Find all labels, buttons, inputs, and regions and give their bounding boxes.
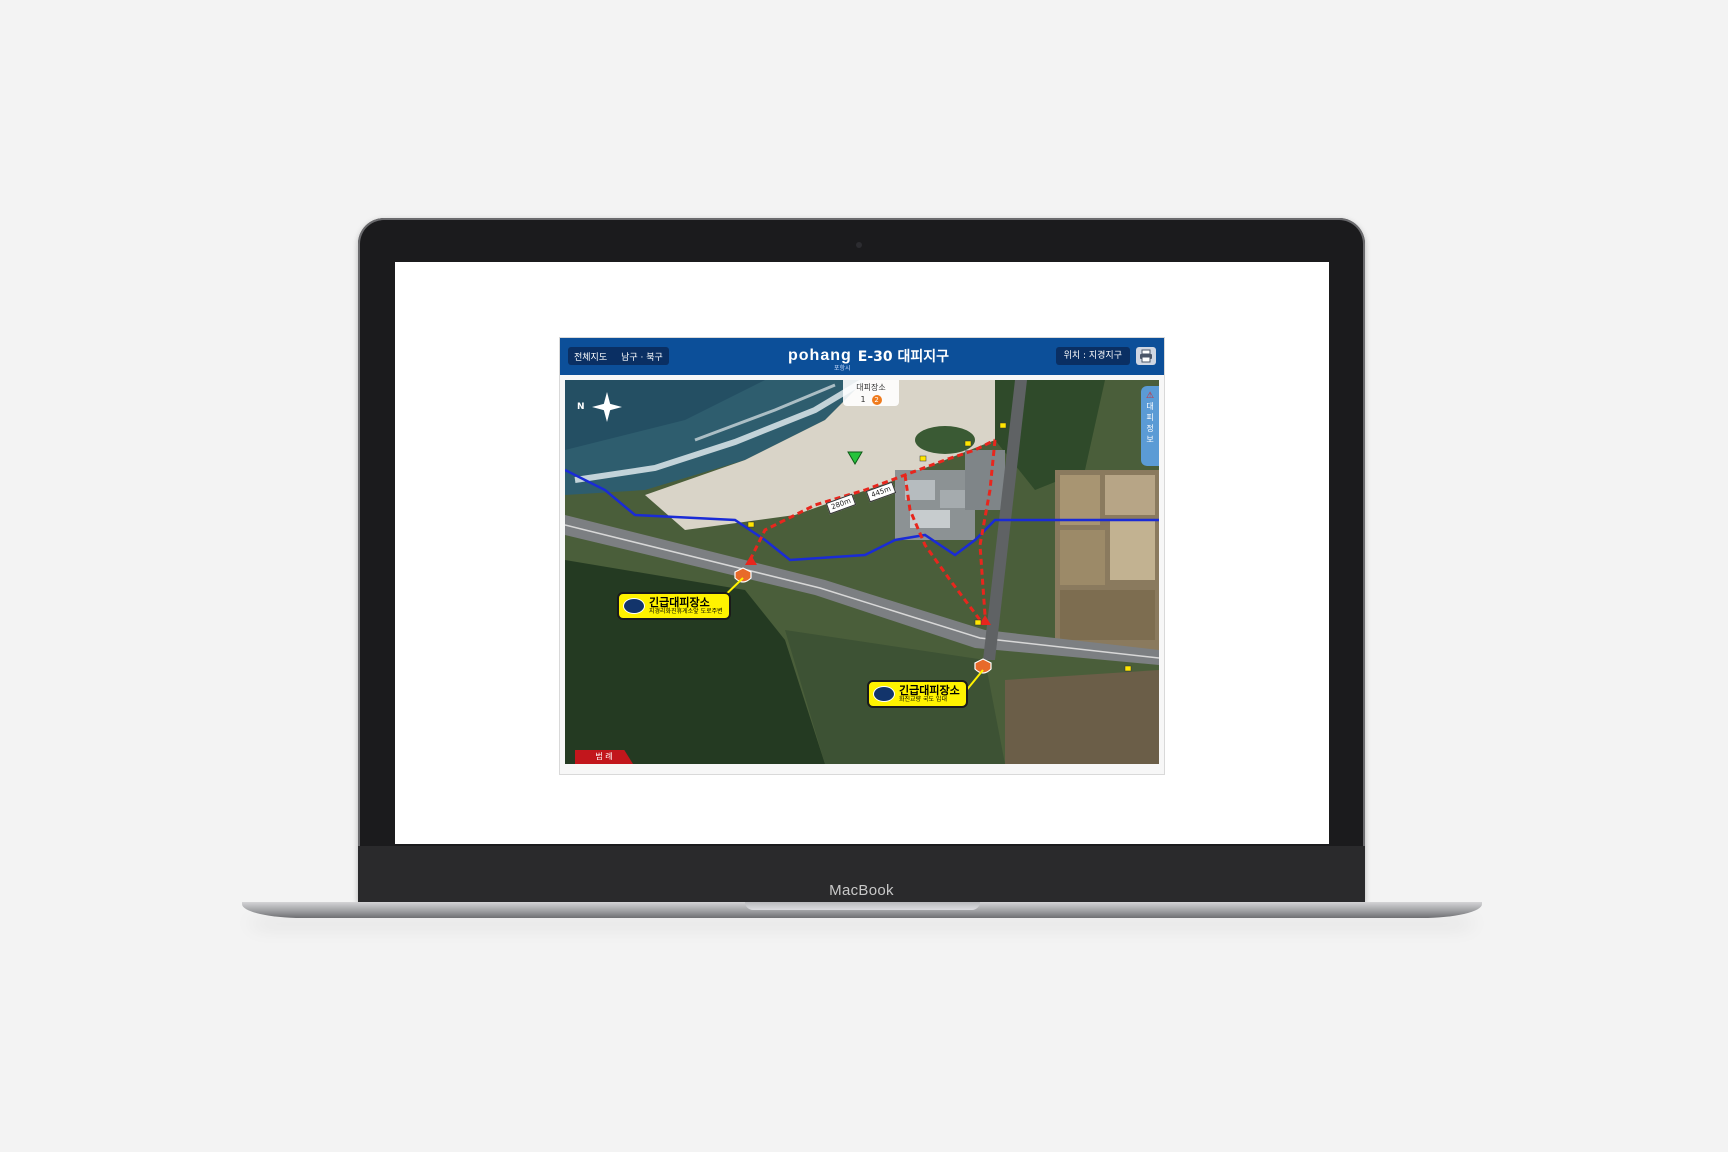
printer-icon	[1140, 349, 1152, 363]
evacuation-map-app: 전체지도 남구 · 북구 pohang 포항시 E-30 대피지구 위치 : 지…	[559, 337, 1165, 775]
print-button[interactable]	[1136, 347, 1156, 365]
shelter-callout-2[interactable]: 긴급대피장소 화진교량 국도 입대	[867, 680, 968, 708]
shelter-badge-icon	[873, 686, 895, 702]
shelter-tabs-title: 대피장소	[856, 383, 886, 392]
laptop-bezel: MacBook	[358, 846, 1365, 902]
compass-north-label: N	[577, 402, 585, 412]
aerial-map-image	[565, 380, 1159, 764]
header-title-group: pohang 포항시 E-30 대피지구	[788, 346, 950, 372]
location-label: 위치 : 지경지구	[1055, 347, 1130, 365]
pohang-logo-sub: 포항시	[834, 365, 851, 372]
laptop-notch	[745, 902, 980, 910]
app-header: 전체지도 남구 · 북구 pohang 포항시 E-30 대피지구 위치 : 지…	[560, 338, 1164, 375]
warning-icon: ⚠	[1145, 391, 1155, 401]
shelter-tab-2[interactable]: 2	[871, 395, 882, 405]
nav-district[interactable]: 남구 · 북구	[621, 350, 663, 363]
nav-all-maps[interactable]: 전체지도	[574, 350, 607, 363]
compass: N	[577, 394, 621, 424]
shelter-2-detail: 화진교량 국도 입대	[899, 695, 947, 703]
header-nav: 전체지도 남구 · 북구	[568, 347, 669, 365]
shelter-2-name: 긴급대피장소	[899, 683, 960, 697]
laptop-brand: MacBook	[829, 882, 894, 899]
page-title: E-30 대피지구	[857, 349, 950, 365]
evac-info-tab[interactable]: ⚠ 대피정보	[1141, 386, 1159, 466]
shelter-1-name: 긴급대피장소	[649, 595, 710, 609]
shelter-callout-1[interactable]: 긴급대피장소 지경리화진휴게소앞 도로주변	[617, 592, 731, 620]
evac-info-label: 대피정보	[1146, 402, 1154, 444]
camera-icon	[856, 242, 862, 248]
aerial-map[interactable]: N 대피장소 1 2 ⚠ 대피정보 280m 445m 긴급대피장소 지경리화진…	[565, 380, 1159, 764]
shelter-badge-icon	[623, 598, 645, 614]
laptop-screen: 전체지도 남구 · 북구 pohang 포항시 E-30 대피지구 위치 : 지…	[395, 262, 1329, 844]
legend-tab[interactable]: 범 례	[575, 750, 633, 764]
shelter-tabs: 대피장소 1 2	[843, 380, 899, 406]
shelter-1-detail: 지경리화진휴게소앞 도로주변	[649, 607, 723, 615]
shelter-tab-1[interactable]: 1	[860, 395, 865, 405]
